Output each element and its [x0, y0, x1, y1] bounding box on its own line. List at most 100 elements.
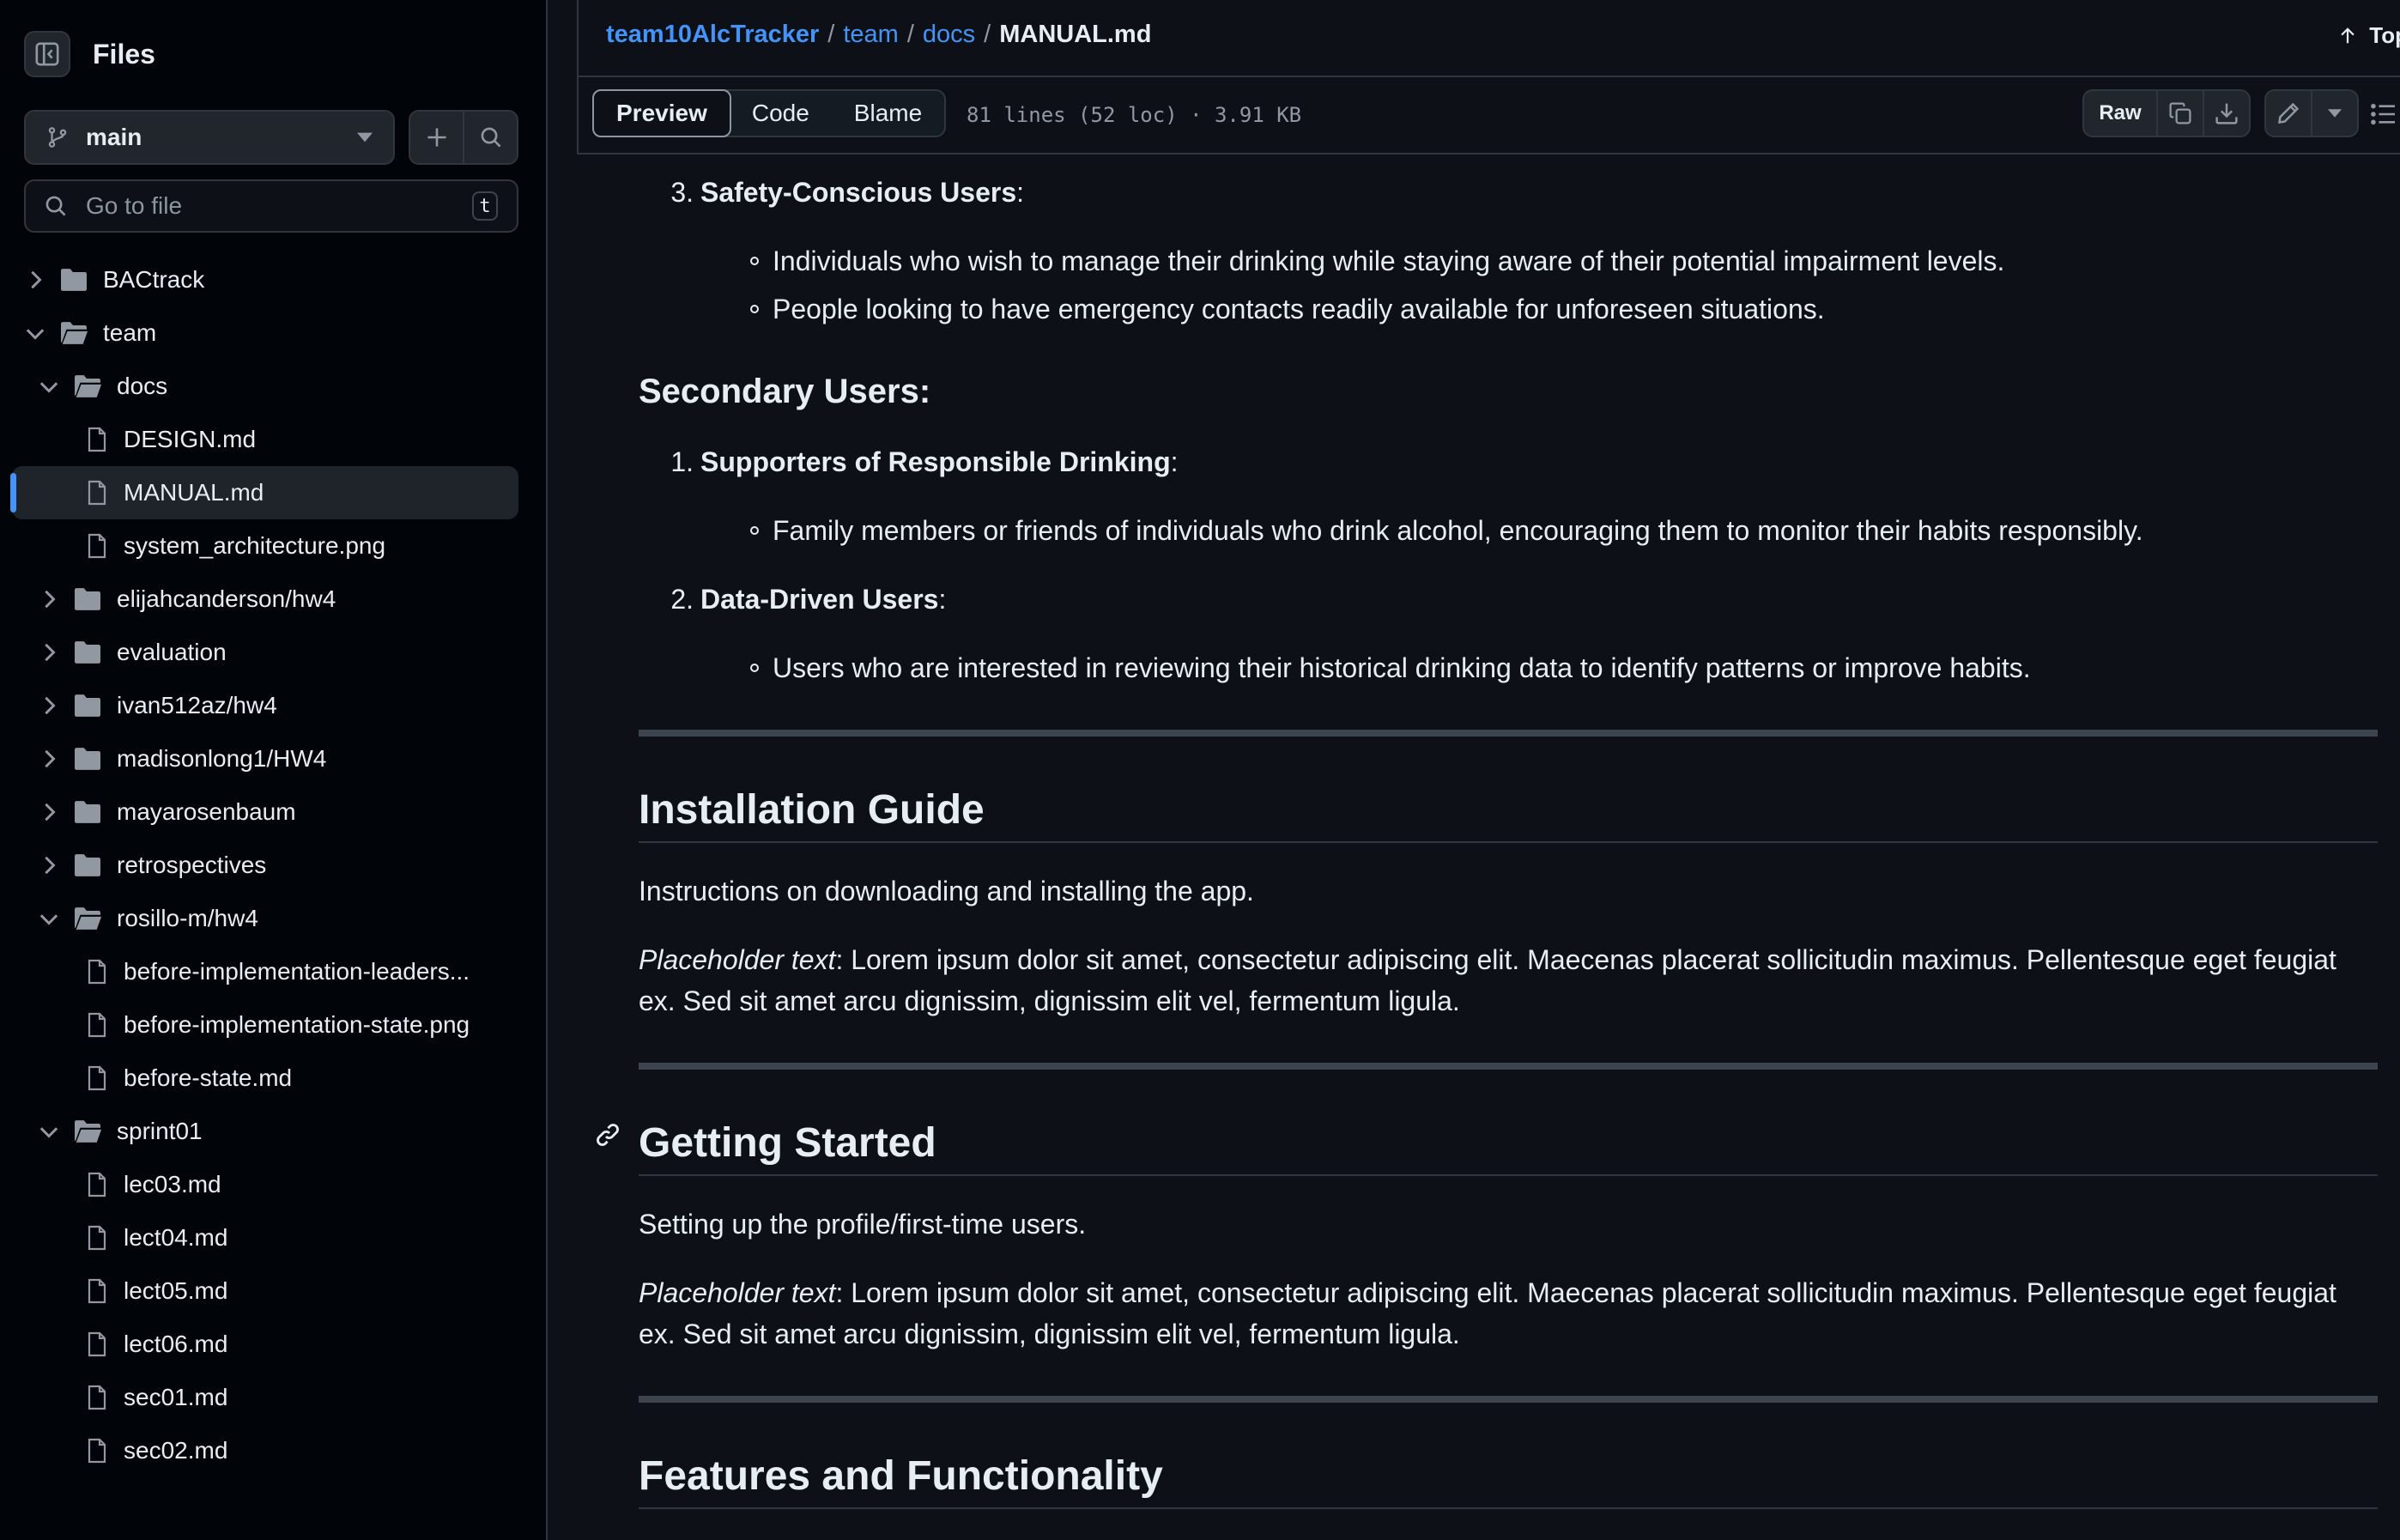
tree-item-label: before-state.md — [124, 1064, 293, 1091]
back-to-top-link[interactable]: Top — [2338, 22, 2400, 49]
expand-toggle[interactable] — [36, 749, 62, 768]
chevron-right-icon — [31, 270, 42, 289]
folder-icon — [75, 801, 100, 823]
tree-item-label: DESIGN.md — [124, 426, 257, 452]
tree-file-manual-md[interactable]: MANUAL.md — [10, 466, 518, 519]
tree-folder-sprint01[interactable]: sprint01 — [12, 1105, 518, 1158]
expand-toggle[interactable] — [36, 1125, 62, 1138]
breadcrumb-separator: / — [827, 21, 835, 48]
tree-item-label: elijahcanderson/hw4 — [117, 585, 336, 612]
tree-folder-retrospectives[interactable]: retrospectives — [12, 839, 518, 892]
expand-toggle[interactable] — [36, 696, 62, 715]
sidebar-collapse-icon — [35, 42, 59, 66]
chevron-down-icon — [39, 1127, 58, 1138]
tree-file-sec02-md[interactable]: sec02.md — [12, 1424, 518, 1477]
branch-selector[interactable]: main — [24, 110, 395, 165]
copy-raw-button[interactable] — [2156, 91, 2203, 136]
bullet-text: People looking to have emergency contact… — [773, 294, 1825, 324]
file-icon — [88, 1385, 106, 1410]
raw-button[interactable]: Raw — [2084, 91, 2156, 136]
tree-item-label: sec02.md — [124, 1437, 228, 1464]
tree-file-lect06-md[interactable]: lect06.md — [12, 1318, 518, 1371]
keyboard-shortcut-hint: t — [472, 191, 498, 221]
file-tree: BACtrack team docs DESIGN.md MANUAL.md system… — [0, 253, 546, 1477]
bullet-text: Family members or friends of individuals… — [773, 515, 2143, 546]
tree-folder-team[interactable]: team — [12, 306, 518, 360]
installation-guide-heading: Installation Guide — [639, 787, 985, 833]
tree-file-lect05-md[interactable]: lect05.md — [12, 1264, 518, 1318]
file-viewer: team10AlcTracker / team / docs / MANUAL.md To p… — [577, 0, 2400, 1540]
tree-item-label: lec03.md — [124, 1171, 221, 1197]
tree-item-label: sprint01 — [117, 1118, 203, 1144]
download-raw-button[interactable] — [2203, 91, 2249, 136]
edit-options-dropdown[interactable] — [2311, 91, 2357, 136]
tree-file-lect04-md[interactable]: lect04.md — [12, 1211, 518, 1264]
chevron-down-icon — [26, 329, 45, 340]
file-icon — [88, 1225, 106, 1251]
tree-folder-docs[interactable]: docs — [12, 360, 518, 413]
tree-item-label: before-implementation-state.png — [124, 1011, 470, 1038]
breadcrumb: team10AlcTracker / team / docs / MANUAL.md — [606, 21, 1151, 49]
tree-file-before-implementation-leaders[interactable]: before-implementation-leaders... — [12, 945, 518, 998]
bullet-marker — [750, 257, 759, 265]
caret-down-icon — [2328, 109, 2342, 118]
list-item-title: Data-Driven Users — [700, 584, 939, 615]
heading-underline — [639, 1174, 2378, 1176]
tree-file-before-implementation-state-png[interactable]: before-implementation-state.png — [12, 998, 518, 1052]
go-to-file-field[interactable]: t — [24, 179, 518, 233]
horizontal-rule — [639, 730, 2378, 737]
tree-file-system-architecture-png[interactable]: system_architecture.png — [12, 519, 518, 573]
placeholder-label: Placeholder text — [639, 1277, 836, 1308]
tree-file-design-md[interactable]: DESIGN.md — [12, 413, 518, 466]
file-icon — [88, 959, 106, 985]
plus-icon — [427, 128, 446, 147]
tab-blame[interactable]: Blame — [832, 91, 944, 136]
tree-folder-evaluation[interactable]: evaluation — [12, 626, 518, 679]
list-item: Family members or friends of individuals… — [750, 510, 2143, 551]
edit-file-button[interactable] — [2266, 91, 2311, 136]
tree-folder-elijahcanderson-hw4[interactable]: elijahcanderson/hw4 — [12, 573, 518, 626]
expand-toggle[interactable] — [36, 643, 62, 662]
features-heading: Features and Functionality — [639, 1453, 1163, 1499]
tree-item-label: lect05.md — [124, 1277, 228, 1304]
tree-item-label: team — [103, 319, 157, 346]
tree-folder-mayarosenbaum[interactable]: mayarosenbaum — [12, 785, 518, 839]
go-to-file-input[interactable] — [84, 191, 455, 221]
raw-actions-group: Raw — [2082, 89, 2251, 137]
section-heading: Secondary Users: — [639, 373, 931, 410]
expand-toggle[interactable] — [36, 590, 62, 609]
placeholder-text: : Lorem ipsum dolor sit amet, consectetu… — [835, 944, 2336, 975]
tab-code[interactable]: Code — [730, 91, 832, 136]
tree-folder-bactrack[interactable]: BACtrack — [12, 253, 518, 306]
tree-folder-madisonlong1-hw4[interactable]: madisonlong1/HW4 — [12, 732, 518, 785]
file-icon — [88, 1012, 106, 1038]
expand-toggle[interactable] — [36, 912, 62, 925]
tree-folder-ivan512az-hw4[interactable]: ivan512az/hw4 — [12, 679, 518, 732]
file-toolbar: Preview Code Blame 81 lines (52 loc) · 3… — [577, 77, 2400, 155]
branch-name: main — [86, 124, 142, 150]
tab-preview[interactable]: Preview — [592, 89, 731, 137]
tree-file-lec03-md[interactable]: lec03.md — [12, 1158, 518, 1211]
folder-icon — [75, 694, 100, 717]
file-header: team10AlcTracker / team / docs / MANUAL.md Top — [577, 0, 2400, 77]
tree-file-sec01-md[interactable]: sec01.md — [12, 1371, 518, 1424]
expand-toggle[interactable] — [36, 803, 62, 822]
breadcrumb-docs-link[interactable]: docs — [923, 21, 975, 48]
expand-toggle[interactable] — [22, 270, 48, 289]
tree-item-label: mayarosenbaum — [117, 798, 296, 825]
search-icon — [481, 127, 500, 148]
tree-file-before-state-md[interactable]: before-state.md — [12, 1052, 518, 1105]
collapse-sidebar-button[interactable] — [24, 31, 70, 77]
heading-anchor-link[interactable] — [594, 1121, 621, 1149]
list-number: 1. — [670, 446, 694, 477]
expand-toggle[interactable] — [36, 379, 62, 393]
breadcrumb-team-link[interactable]: team — [843, 21, 898, 48]
add-file-button[interactable] — [410, 112, 463, 163]
horizontal-rule — [639, 1063, 2378, 1070]
expand-toggle[interactable] — [36, 856, 62, 875]
tree-folder-rosillo-m-hw4[interactable]: rosillo-m/hw4 — [12, 892, 518, 945]
breadcrumb-repo-link[interactable]: team10AlcTracker — [606, 21, 819, 48]
outline-toggle-button[interactable] — [2371, 103, 2397, 125]
expand-toggle[interactable] — [22, 326, 48, 340]
search-files-button[interactable] — [463, 112, 517, 163]
